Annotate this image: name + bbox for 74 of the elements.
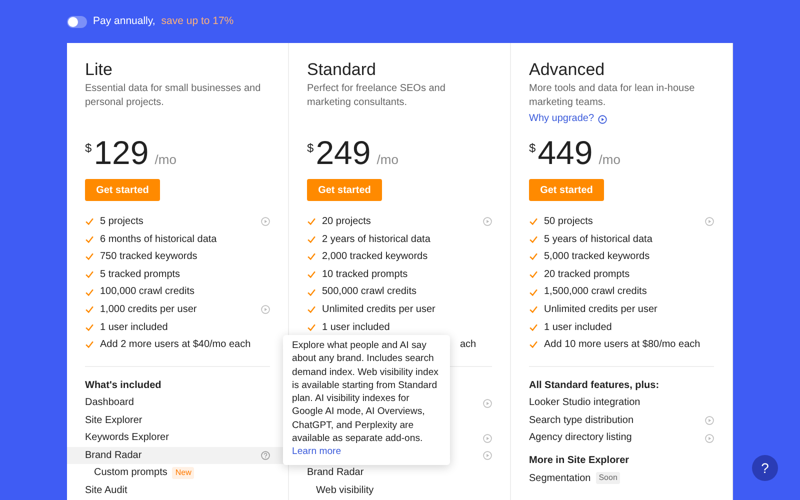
play-circle-icon bbox=[261, 217, 270, 226]
limit-text: 2 years of historical data bbox=[322, 232, 430, 247]
section-heading: What's included bbox=[85, 378, 162, 393]
feature-text: Keywords Explorer bbox=[85, 431, 169, 446]
help-button[interactable]: ? bbox=[752, 455, 778, 481]
section-heading: All Standard features, plus: bbox=[529, 378, 660, 393]
play-circle-icon bbox=[483, 398, 492, 408]
play-circle-icon bbox=[261, 305, 270, 314]
limit-text: 50 projects bbox=[544, 215, 593, 229]
play-circle-icon bbox=[598, 114, 608, 124]
feature-text: Looker Studio integration bbox=[529, 396, 640, 410]
plan-description: Essential data for small businesses and personal projects. bbox=[85, 82, 262, 110]
feature-text: Segmentation bbox=[529, 472, 591, 486]
feature-text: Dashboard bbox=[85, 396, 134, 410]
limit-text: 2,000 tracked keywords bbox=[322, 250, 428, 264]
limit-text: 1,000 credits per user bbox=[100, 302, 197, 317]
limit-text: Unlimited credits per user bbox=[322, 302, 436, 317]
feature-text: Site Audit bbox=[85, 484, 128, 498]
price-amount: 129 bbox=[94, 136, 149, 170]
limit-text: Add 2 more users at $40/mo each bbox=[100, 338, 251, 352]
learn-more-link[interactable]: Learn more bbox=[292, 446, 342, 458]
price-period: /mo bbox=[376, 151, 398, 169]
plan-name: Lite bbox=[85, 59, 114, 81]
play-circle-icon bbox=[705, 416, 714, 426]
limit-text: 20 tracked prompts bbox=[544, 268, 630, 282]
section-heading: More in Site Explorer bbox=[529, 454, 630, 468]
discount-text: save up to 17% bbox=[161, 14, 234, 29]
play-circle-icon bbox=[705, 217, 714, 226]
feature-text: Brand Radar bbox=[85, 448, 142, 463]
feature-text: Search type distribution bbox=[529, 414, 634, 428]
feature-text: Brand Radar bbox=[307, 466, 364, 480]
play-circle-icon bbox=[705, 434, 714, 443]
limit-text: ach bbox=[460, 338, 476, 352]
limit-text: 5,000 tracked keywords bbox=[544, 250, 650, 264]
play-circle-icon bbox=[483, 217, 492, 226]
limit-text: 1 user included bbox=[544, 320, 612, 335]
why-upgrade-link[interactable]: Why upgrade? bbox=[529, 111, 608, 127]
limit-text: 100,000 crawl credits bbox=[100, 285, 194, 300]
plan-name: Advanced bbox=[529, 59, 606, 81]
currency-symbol: $ bbox=[529, 140, 536, 157]
plan-description: More tools and data for lean in-house marketing teams. bbox=[529, 82, 696, 110]
play-circle-icon bbox=[483, 451, 492, 460]
currency-symbol: $ bbox=[307, 140, 314, 157]
limit-text: Add 10 more users at $80/mo each bbox=[544, 338, 700, 352]
limit-text: 5 tracked prompts bbox=[100, 268, 180, 282]
limit-text: 5 projects bbox=[100, 215, 144, 229]
limit-text: 10 tracked prompts bbox=[322, 268, 408, 282]
feature-tag: New bbox=[172, 467, 194, 480]
limit-text: 750 tracked keywords bbox=[100, 250, 198, 264]
limit-text: 5 years of historical data bbox=[544, 232, 652, 247]
feature-text: Agency directory listing bbox=[529, 431, 632, 446]
feature-text: Web visibility bbox=[316, 484, 374, 498]
plan-description: Perfect for freelance SEOs and marketing consultants. bbox=[307, 82, 446, 110]
toggle-switch[interactable] bbox=[67, 16, 87, 28]
toggle-label: Pay annually, bbox=[93, 14, 156, 29]
feature-text: Site Explorer bbox=[85, 414, 142, 428]
feature-text: Custom prompts bbox=[94, 466, 168, 480]
limit-text: 500,000 crawl credits bbox=[322, 285, 416, 300]
price-amount: 249 bbox=[316, 136, 371, 170]
feature-tag: Soon bbox=[596, 472, 620, 484]
price-period: /mo bbox=[598, 151, 620, 169]
currency-symbol: $ bbox=[85, 140, 92, 157]
price-amount: 449 bbox=[538, 136, 593, 170]
tooltip-text: Explore what people and AI say about any brand. Includes search demand index. Web visibility index is available starting from Standard plan. AI visibility indexes for Google AI mode, AI Overviews, ChatGPT, and Perplexity are available as separate add-ons. bbox=[292, 339, 440, 446]
plan-name: Standard bbox=[307, 59, 377, 81]
limit-text: 1,500,000 crawl credits bbox=[544, 285, 647, 300]
limit-text: Unlimited credits per user bbox=[544, 302, 658, 317]
price-period: /mo bbox=[154, 151, 176, 169]
limit-text: 1 user included bbox=[100, 320, 168, 335]
limit-text: 6 months of historical data bbox=[100, 232, 217, 247]
limit-text: 20 projects bbox=[322, 215, 371, 229]
play-circle-icon bbox=[483, 434, 492, 443]
help-icon bbox=[261, 451, 270, 460]
limit-text: 1 user included bbox=[322, 320, 390, 335]
